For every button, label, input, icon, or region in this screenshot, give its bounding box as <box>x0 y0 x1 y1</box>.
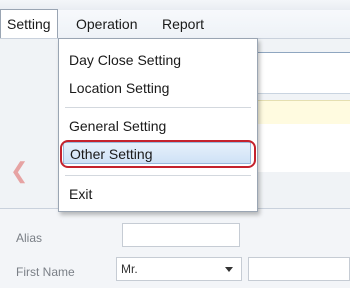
menu-bar: Setting Operation Report <box>0 9 350 39</box>
menu-item-other-setting[interactable]: Other Setting <box>60 140 256 168</box>
menu-operation[interactable]: Operation <box>70 10 143 38</box>
title-select-value: Mr. <box>121 262 138 276</box>
alias-input[interactable] <box>122 223 240 247</box>
menu-item-location-setting[interactable]: Location Setting <box>59 77 257 99</box>
customer-form: Alias First Name Mr. <box>0 208 350 288</box>
menu-separator <box>65 175 251 176</box>
menu-separator <box>65 107 251 108</box>
menu-report-label: Report <box>162 16 205 32</box>
highlight-annotation <box>60 140 256 168</box>
menu-item-exit[interactable]: Exit <box>59 183 257 205</box>
first-name-label: First Name <box>16 265 75 279</box>
menu-item-label: Location Setting <box>69 80 170 96</box>
menu-report[interactable]: Report <box>156 10 210 38</box>
menu-item-label: Day Close Setting <box>69 52 182 68</box>
alias-label: Alias <box>16 231 43 245</box>
menu-setting-label: Setting <box>7 16 51 32</box>
menu-item-general-setting[interactable]: General Setting <box>59 115 257 137</box>
first-name-input[interactable] <box>248 257 350 281</box>
menu-setting[interactable]: Setting <box>0 9 58 38</box>
menu-item-label: General Setting <box>69 118 167 134</box>
title-select[interactable]: Mr. <box>116 257 242 281</box>
menu-item-day-close-setting[interactable]: Day Close Setting <box>59 49 257 71</box>
menu-item-label: Exit <box>69 186 93 202</box>
setting-dropdown-menu: Day Close Setting Location Setting Gener… <box>58 38 258 212</box>
arrow-left-icon: ❮ <box>10 158 29 183</box>
menu-operation-label: Operation <box>76 16 138 32</box>
chevron-down-icon <box>225 267 233 272</box>
